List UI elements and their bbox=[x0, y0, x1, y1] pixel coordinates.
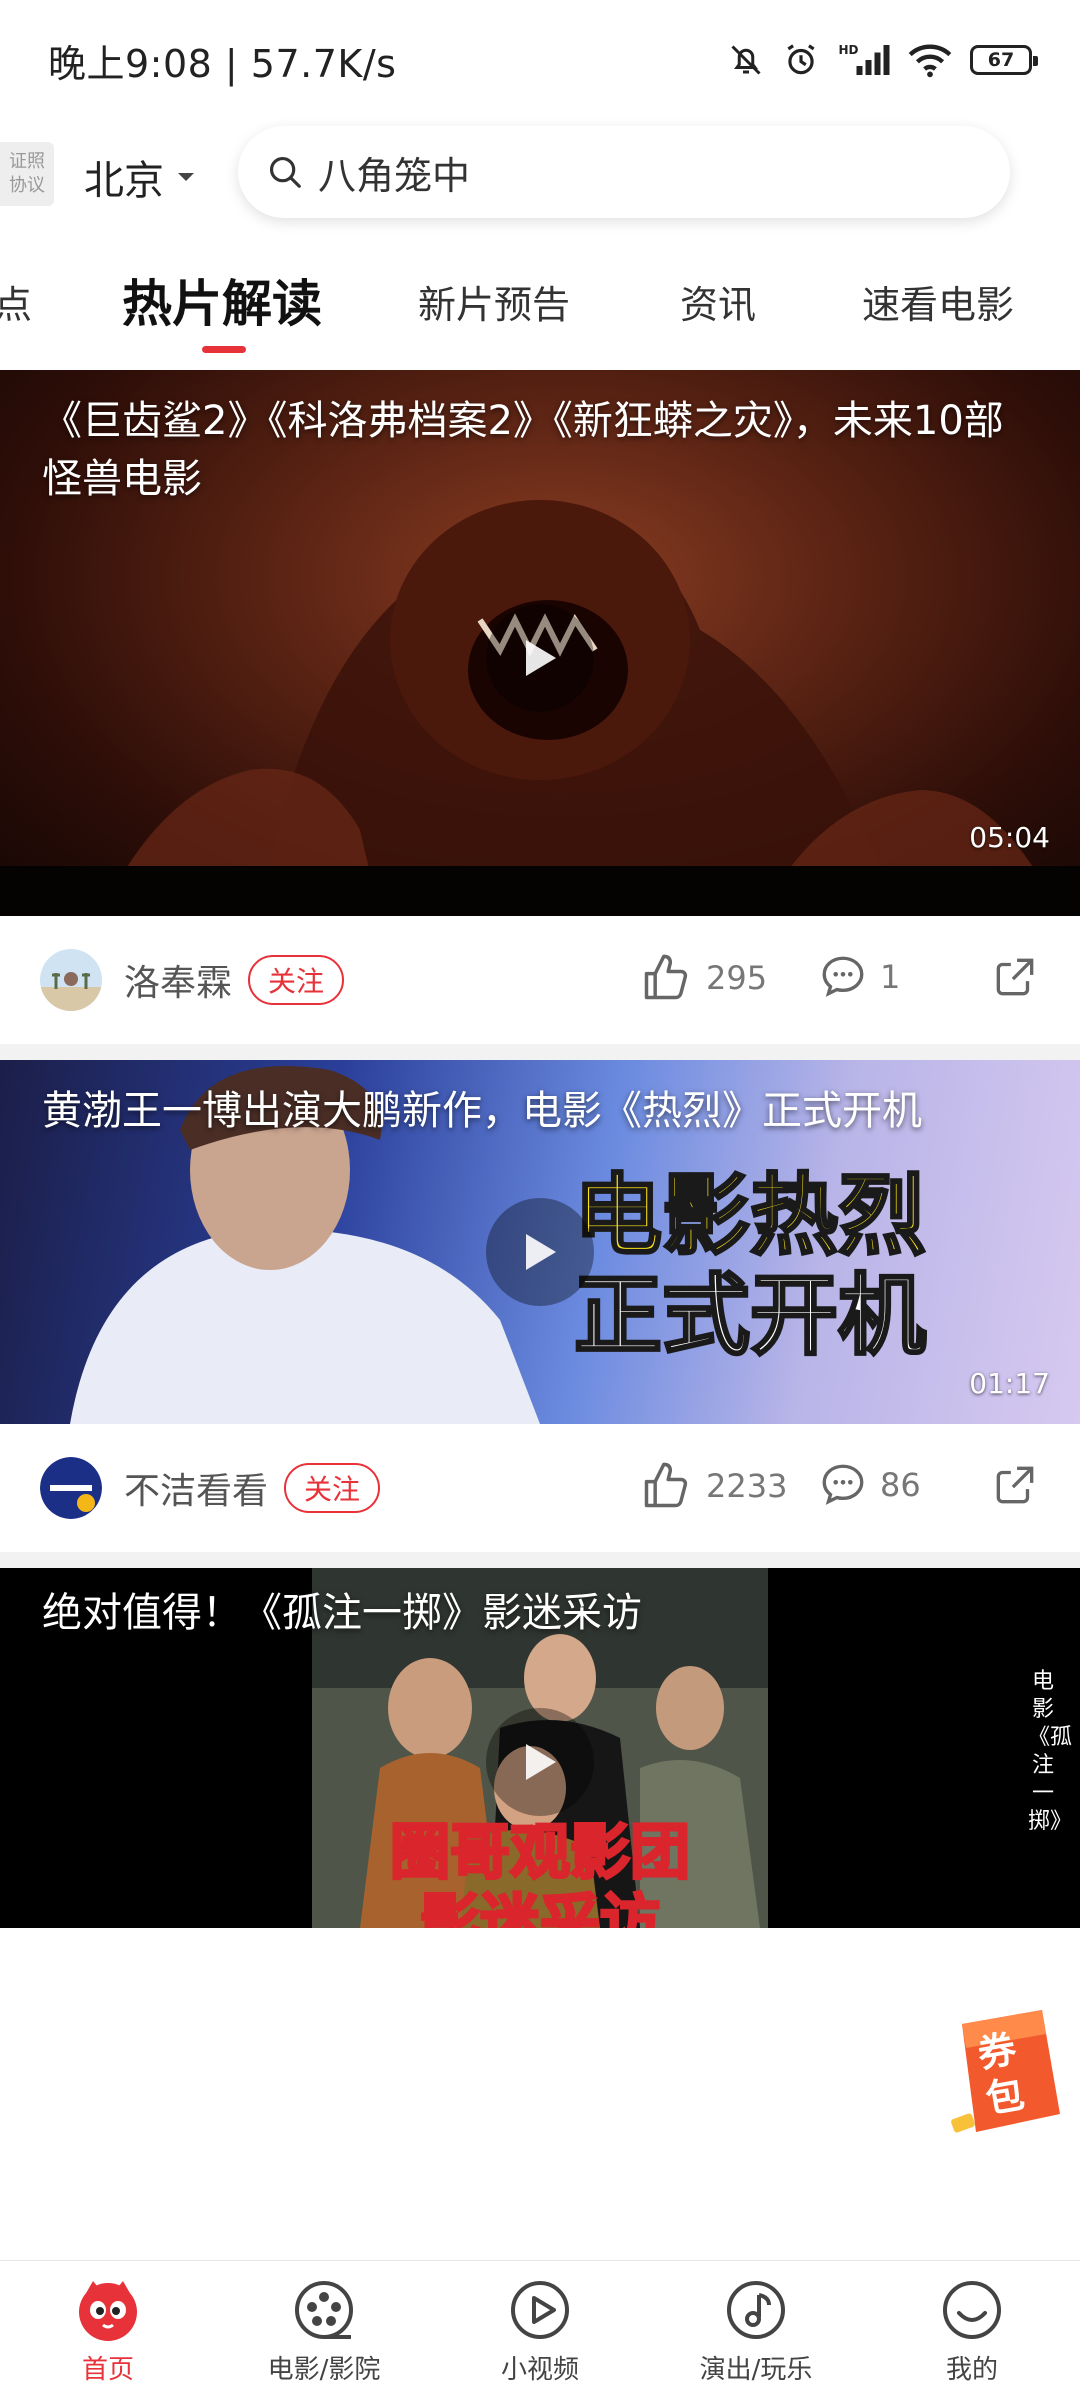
video-card: 绝对值得！《孤注一掷》影迷采访 圈哥观影团 影迷采访 电影《孤注一掷》 bbox=[0, 1568, 1080, 1928]
author-name[interactable]: 不洁看看 bbox=[124, 1462, 268, 1514]
comment-count: 86 bbox=[880, 1466, 921, 1504]
search-input[interactable]: 八角笼中 bbox=[238, 126, 1010, 218]
poster-caption: 圈哥观影团 影迷采访 bbox=[312, 1817, 768, 1929]
category-tabs: 点 热片解读 新片预告 资讯 速看电影 bbox=[0, 248, 1080, 360]
share-icon bbox=[996, 958, 1034, 996]
search-icon bbox=[269, 156, 301, 188]
nav-short-video[interactable]: 小视频 bbox=[432, 2261, 648, 2400]
avatar-image bbox=[40, 1457, 102, 1519]
play-icon bbox=[526, 1234, 556, 1270]
share-button[interactable] bbox=[990, 952, 1040, 1006]
poster-side-text: 电影《孤注一掷》 bbox=[1028, 1669, 1073, 1834]
status-bar: 晚上9:08 | 57.7K/s HD 67 bbox=[0, 0, 1080, 120]
poster-line-1: 圈哥观影团 bbox=[389, 1817, 692, 1890]
profile-icon bbox=[943, 2281, 1001, 2339]
play-icon bbox=[526, 640, 556, 676]
video-card: 黄渤王一博出演大鹏新作，电影《热烈》正式开机 电影热烈 正式开机 01:17 不… bbox=[0, 1060, 1080, 1552]
nav-movies-cinemas[interactable]: 电影/影院 bbox=[216, 2261, 432, 2400]
video-duration: 05:04 bbox=[969, 821, 1050, 854]
video-title: 黄渤王一博出演大鹏新作，电影《热烈》正式开机 bbox=[42, 1088, 922, 1134]
nav-label: 我的 bbox=[945, 2355, 998, 2385]
cat-home-icon bbox=[79, 2281, 137, 2341]
nav-label: 小视频 bbox=[500, 2355, 579, 2385]
follow-button[interactable]: 关注 bbox=[248, 955, 345, 1005]
status-icons: HD 67 bbox=[728, 41, 1038, 79]
tab-quick-movies[interactable]: 速看电影 bbox=[862, 274, 1014, 329]
like-button[interactable]: 295 bbox=[640, 952, 767, 1004]
status-time: 晚上9:08 | 57.7K/s bbox=[48, 41, 397, 86]
play-button[interactable] bbox=[486, 1198, 594, 1306]
city-label: 北京 bbox=[84, 158, 164, 204]
city-selector[interactable]: 北京 bbox=[84, 148, 194, 206]
nav-label: 首页 bbox=[81, 2355, 134, 2385]
share-button[interactable] bbox=[990, 1460, 1040, 1514]
video-feed: 《巨齿鲨2》《科洛弗档案2》《新狂蟒之灾》，未来10部怪兽电影 05:04 洛奉… bbox=[0, 370, 1080, 1928]
video-thumbnail[interactable]: 黄渤王一博出演大鹏新作，电影《热烈》正式开机 电影热烈 正式开机 01:17 bbox=[0, 1060, 1080, 1424]
svg-text:HD: HD bbox=[839, 43, 859, 57]
comment-button[interactable]: 86 bbox=[818, 1460, 921, 1510]
video-duration: 01:17 bbox=[969, 1367, 1050, 1400]
comment-icon bbox=[822, 1464, 864, 1505]
battery-icon: 67 bbox=[970, 45, 1038, 75]
comment-icon bbox=[822, 956, 864, 997]
bell-off-icon bbox=[731, 45, 761, 75]
comment-count: 1 bbox=[880, 958, 901, 996]
license-agreement-tag[interactable]: 证照 协议 bbox=[0, 142, 54, 206]
video-thumbnail[interactable]: 绝对值得！《孤注一掷》影迷采访 圈哥观影团 影迷采访 电影《孤注一掷》 bbox=[0, 1568, 1080, 1928]
film-reel-icon bbox=[295, 2281, 353, 2339]
follow-button[interactable]: 关注 bbox=[284, 1463, 381, 1513]
play-icon bbox=[526, 1744, 556, 1780]
battery-level: 67 bbox=[987, 49, 1015, 71]
like-count: 2233 bbox=[706, 1467, 788, 1505]
nav-label: 演出/玩乐 bbox=[699, 2355, 813, 2385]
video-title: 《巨齿鲨2》《科洛弗档案2》《新狂蟒之灾》，未来10部怪兽电影 bbox=[42, 398, 1004, 502]
like-count: 295 bbox=[706, 959, 768, 997]
poster-line-2: 影迷采访 bbox=[419, 1887, 662, 1929]
bottom-nav: 首页 电影/影院 小视频 演出/玩乐 我的 bbox=[0, 2260, 1080, 2400]
nav-home[interactable]: 首页 bbox=[0, 2261, 216, 2400]
video-title: 绝对值得！《孤注一掷》影迷采访 bbox=[42, 1590, 642, 1636]
tab-new-trailers[interactable]: 新片预告 bbox=[418, 274, 570, 329]
nav-shows-fun[interactable]: 演出/玩乐 bbox=[648, 2261, 864, 2400]
tab-hot-reviews[interactable]: 热片解读 bbox=[122, 264, 322, 336]
hd-signal-icon: HD bbox=[839, 43, 890, 75]
thumbs-up-icon bbox=[644, 954, 688, 1000]
avatar-image bbox=[40, 949, 102, 1011]
nav-profile[interactable]: 我的 bbox=[864, 2261, 1080, 2400]
header: 证照 协议 北京 八角笼中 bbox=[0, 120, 1080, 230]
poster-line-2: 正式开机 bbox=[572, 1264, 927, 1367]
tab-partial[interactable]: 点 bbox=[0, 274, 32, 329]
video-meta: 洛奉霖 关注 295 1 bbox=[0, 916, 1080, 1044]
author-avatar[interactable] bbox=[40, 1457, 102, 1519]
author-name[interactable]: 洛奉霖 bbox=[124, 954, 232, 1006]
author-avatar[interactable] bbox=[40, 949, 102, 1011]
thumbs-up-icon bbox=[644, 1462, 688, 1508]
play-button[interactable] bbox=[486, 1708, 594, 1816]
play-button[interactable] bbox=[486, 604, 594, 712]
search-placeholder: 八角笼中 bbox=[318, 153, 471, 198]
coupon-pack-button[interactable]: 券包 bbox=[942, 1996, 1072, 2146]
video-thumbnail[interactable]: 《巨齿鲨2》《科洛弗档案2》《新狂蟒之灾》，未来10部怪兽电影 05:04 bbox=[0, 370, 1080, 916]
card-divider bbox=[0, 1044, 1080, 1060]
license-line-2: 协议 bbox=[9, 175, 45, 196]
license-line-1: 证照 bbox=[9, 151, 45, 172]
video-card: 《巨齿鲨2》《科洛弗档案2》《新狂蟒之灾》，未来10部怪兽电影 05:04 洛奉… bbox=[0, 370, 1080, 1044]
card-divider bbox=[0, 1552, 1080, 1568]
music-note-icon bbox=[727, 2281, 785, 2339]
alarm-icon bbox=[787, 44, 815, 75]
wifi-icon bbox=[908, 44, 952, 78]
caret-down-icon bbox=[178, 173, 194, 181]
tab-news[interactable]: 资讯 bbox=[680, 274, 756, 329]
nav-label: 电影/影院 bbox=[267, 2355, 381, 2385]
like-button[interactable]: 2233 bbox=[640, 1460, 787, 1512]
active-tab-indicator bbox=[202, 346, 246, 353]
play-circle-icon bbox=[511, 2281, 569, 2339]
video-meta: 不洁看看 关注 2233 86 bbox=[0, 1424, 1080, 1552]
comment-button[interactable]: 1 bbox=[818, 952, 900, 1002]
share-icon bbox=[996, 1466, 1034, 1504]
